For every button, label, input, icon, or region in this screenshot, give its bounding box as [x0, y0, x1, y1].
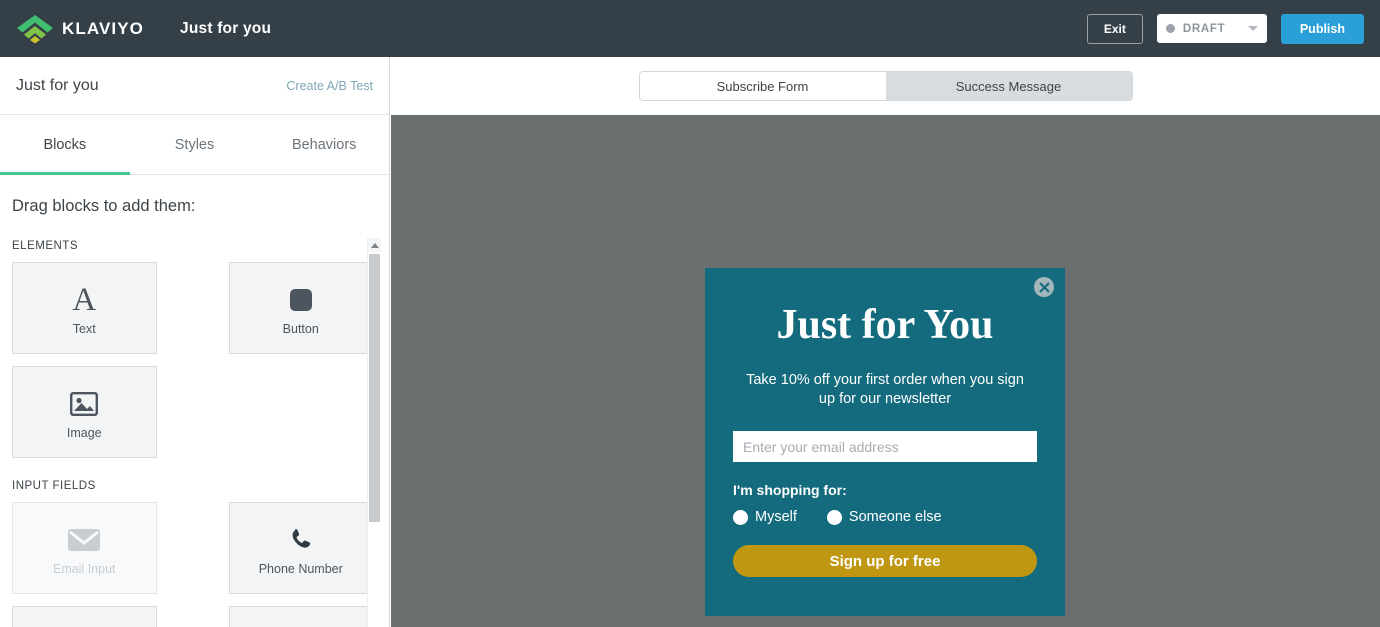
preview-tab-bar: Subscribe Form Success Message: [391, 57, 1380, 115]
image-picture-icon: [70, 384, 99, 424]
close-icon[interactable]: [1034, 277, 1054, 297]
tab-styles-label: Styles: [174, 136, 215, 153]
scrollbar-thumb[interactable]: [369, 254, 380, 522]
scroll-up-arrow-icon[interactable]: [368, 238, 381, 252]
tab-subscribe-form[interactable]: Subscribe Form: [639, 72, 886, 100]
block-label-phone-number: Phone Number: [258, 562, 343, 576]
status-label: DRAFT: [1182, 22, 1226, 35]
radio-group: Myself Someone else: [733, 509, 1037, 525]
radio-option-someone-else-label: Someone else: [848, 509, 942, 526]
radio-option-myself[interactable]: Myself: [733, 509, 797, 525]
radio-circle-icon: [826, 509, 842, 525]
tab-success-message-label: Success Message: [955, 78, 1062, 94]
preview-pane: Subscribe Form Success Message Just for …: [391, 57, 1380, 627]
sidebar-header: Just for you Create A/B Test: [0, 57, 389, 115]
exit-button[interactable]: Exit: [1086, 13, 1143, 44]
block-tile-text[interactable]: A Text: [12, 262, 157, 354]
button-rounded-square-icon: [289, 280, 312, 320]
tab-blocks-label: Blocks: [43, 136, 87, 153]
tab-behaviors[interactable]: Behaviors: [259, 115, 389, 174]
preview-segmented-control: Subscribe Form Success Message: [638, 71, 1133, 101]
block-label-email-input: Email Input: [52, 562, 116, 576]
brand-name: KLAVIYO: [62, 18, 145, 38]
editor-sidebar: Just for you Create A/B Test Blocks Styl…: [0, 57, 390, 627]
tab-styles[interactable]: Styles: [130, 115, 260, 174]
tab-subscribe-form-label: Subscribe Form: [716, 78, 809, 94]
radio-circle-icon: [733, 509, 748, 525]
block-label-text: Text: [72, 322, 96, 336]
text-letter-a-icon: A: [72, 281, 97, 318]
sidebar-tabs: Blocks Styles Behaviors: [0, 115, 389, 175]
page-title: Just for you: [16, 76, 99, 94]
signup-button[interactable]: Sign up for free: [733, 545, 1037, 578]
block-label-button: Button: [282, 322, 319, 336]
block-tile-email-input: Email Input: [12, 502, 157, 594]
block-tile-radio[interactable]: [228, 606, 373, 627]
popup-subheading: Take 10% off your first order when you s…: [746, 372, 1024, 408]
block-label-image: Image: [66, 426, 102, 440]
envelope-icon: [68, 520, 101, 560]
subscribe-popup: Just for You Take 10% off your first ord…: [705, 268, 1065, 616]
publish-button[interactable]: Publish: [1280, 13, 1364, 44]
form-canvas: Just for You Take 10% off your first ord…: [391, 115, 1380, 627]
klaviyo-logo-icon: [16, 14, 54, 44]
input-fields-block-grid: Email Input Phone Number: [12, 502, 373, 627]
header-actions: Exit DRAFT Publish: [1086, 13, 1364, 44]
brand: KLAVIYO: [16, 14, 144, 44]
phone-handset-icon: [288, 520, 314, 560]
tab-behaviors-label: Behaviors: [291, 136, 357, 153]
blocks-scroll-area: Drag blocks to add them: ELEMENTS A Text…: [0, 175, 389, 627]
group-label-input-fields: INPUT FIELDS: [12, 480, 96, 492]
app-header: KLAVIYO Just for you Exit DRAFT Publish: [0, 0, 1380, 57]
elements-block-grid: A Text Button Image: [12, 262, 373, 458]
status-dot-icon: [1165, 24, 1175, 33]
chevron-down-icon: [1247, 26, 1258, 31]
block-tile-button[interactable]: Button: [228, 262, 373, 354]
radio-group-label: I'm shopping for:: [733, 482, 847, 499]
sidebar-scrollbar[interactable]: [367, 238, 381, 627]
drag-blocks-hint: Drag blocks to add them:: [12, 197, 196, 215]
email-input[interactable]: [733, 431, 1037, 463]
tab-blocks[interactable]: Blocks: [0, 115, 130, 175]
create-ab-test-link[interactable]: Create A/B Test: [286, 79, 373, 93]
group-label-elements: ELEMENTS: [12, 240, 78, 252]
radio-option-someone-else[interactable]: Someone else: [826, 509, 942, 526]
document-title: Just for you: [180, 19, 272, 37]
popup-heading: Just for You: [776, 302, 994, 348]
status-dropdown[interactable]: DRAFT: [1156, 14, 1267, 43]
block-tile-image[interactable]: Image: [12, 366, 157, 458]
radio-option-myself-label: Myself: [755, 509, 797, 526]
block-tile-text-input[interactable]: [12, 606, 157, 627]
tab-success-message[interactable]: Success Message: [885, 72, 1132, 100]
block-tile-phone-number[interactable]: Phone Number: [228, 502, 373, 594]
